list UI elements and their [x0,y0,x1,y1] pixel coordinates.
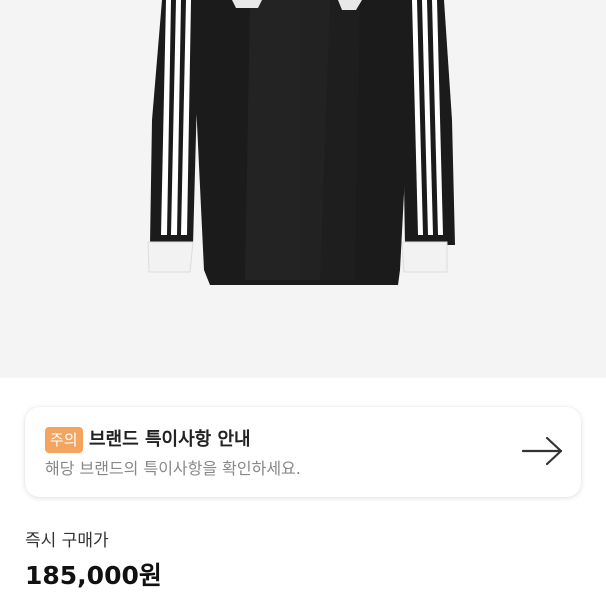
arrow-right-icon[interactable] [521,435,565,467]
notice-description: 해당 브랜드의 특이사항을 확인하세요. [45,459,301,478]
product-image[interactable] [0,0,606,378]
brand-notice-card[interactable]: 주의 브랜드 특이사항 안내 해당 브랜드의 특이사항을 확인하세요. [25,407,581,497]
product-jersey-image [147,0,455,285]
instant-buy-price-value: 185,000원 [25,561,162,590]
notice-title: 브랜드 특이사항 안내 [89,429,251,450]
warning-badge: 주의 [45,427,83,453]
instant-buy-price-label: 즉시 구매가 [25,531,109,551]
